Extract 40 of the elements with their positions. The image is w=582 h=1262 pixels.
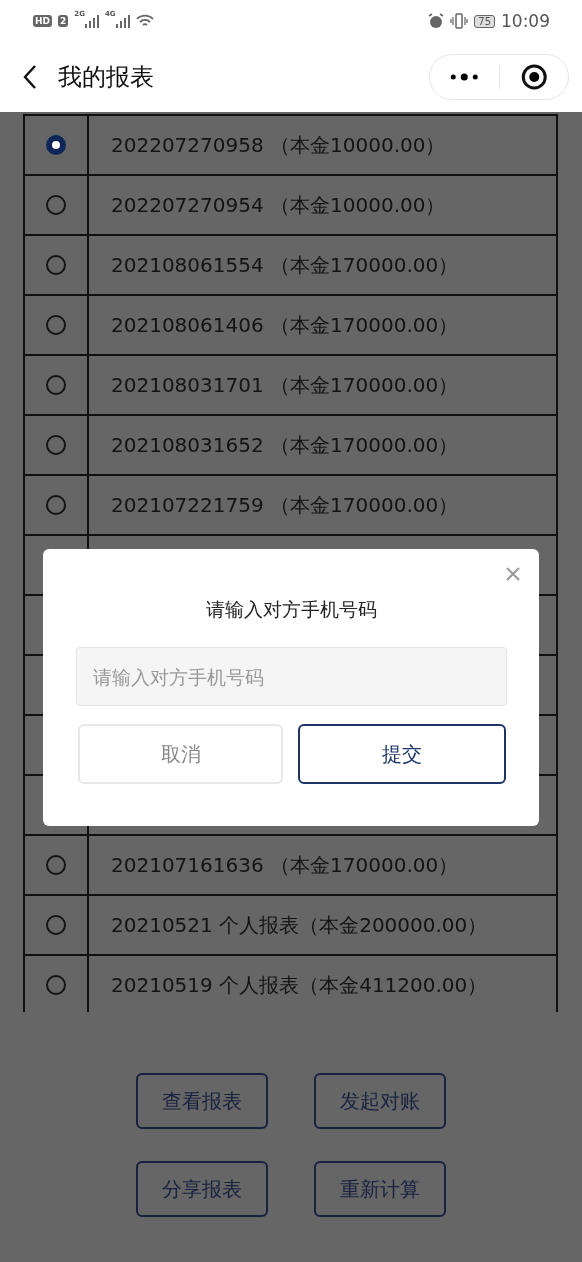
submit-button[interactable]: 提交 xyxy=(298,724,506,784)
report-label[interactable]: 20210521 个人报表（本金200000.00） xyxy=(111,911,488,939)
radio-button[interactable] xyxy=(46,135,66,155)
report-label[interactable]: 202108061554 （本金170000.00） xyxy=(111,251,459,279)
battery-indicator: 75 xyxy=(474,14,495,28)
wifi-icon xyxy=(135,14,154,28)
radio-button[interactable] xyxy=(46,195,66,215)
action-button[interactable]: 分享报表 xyxy=(136,1161,268,1217)
report-label[interactable]: 202207270954 （本金10000.00） xyxy=(111,191,446,219)
vibrate-icon xyxy=(450,13,469,29)
radio-button[interactable] xyxy=(46,915,66,935)
cancel-button[interactable]: 取消 xyxy=(78,724,283,784)
action-button[interactable]: 查看报表 xyxy=(136,1073,268,1129)
radio-button[interactable] xyxy=(46,495,66,515)
report-label[interactable]: 20210519 个人报表（本金411200.00） xyxy=(111,971,488,999)
sim-badge: 2 xyxy=(58,15,69,27)
phone-input-field[interactable]: 请输入对方手机号码 xyxy=(76,647,507,706)
dialog-title: 请输入对方手机号码 xyxy=(205,597,378,622)
radio-button[interactable] xyxy=(46,315,66,335)
signal-icon xyxy=(115,14,130,28)
radio-button[interactable] xyxy=(46,435,66,455)
clock: 10:09 xyxy=(501,11,550,31)
report-label[interactable]: 202108061406 （本金170000.00） xyxy=(111,311,459,339)
report-label[interactable]: 202207270958 （本金10000.00） xyxy=(111,131,446,159)
hd-badge: HD xyxy=(33,15,52,27)
signal-icon xyxy=(84,14,99,28)
radio-button[interactable] xyxy=(46,975,66,995)
radio-button[interactable] xyxy=(46,255,66,275)
action-button[interactable]: 重新计算 xyxy=(314,1161,446,1217)
report-label[interactable]: 202107161636 （本金170000.00） xyxy=(111,851,459,879)
report-label[interactable]: 202108031652 （本金170000.00） xyxy=(111,431,459,459)
close-icon[interactable] xyxy=(506,567,520,581)
radio-button[interactable] xyxy=(46,855,66,875)
report-label[interactable]: 202107221759 （本金170000.00） xyxy=(111,491,459,519)
action-button[interactable]: 发起对账 xyxy=(314,1073,446,1129)
report-label[interactable]: 202108031701 （本金170000.00） xyxy=(111,371,459,399)
radio-button[interactable] xyxy=(46,375,66,395)
back-icon[interactable] xyxy=(22,64,38,90)
page-title: 我的报表 xyxy=(58,62,155,93)
alarm-icon xyxy=(428,13,445,29)
